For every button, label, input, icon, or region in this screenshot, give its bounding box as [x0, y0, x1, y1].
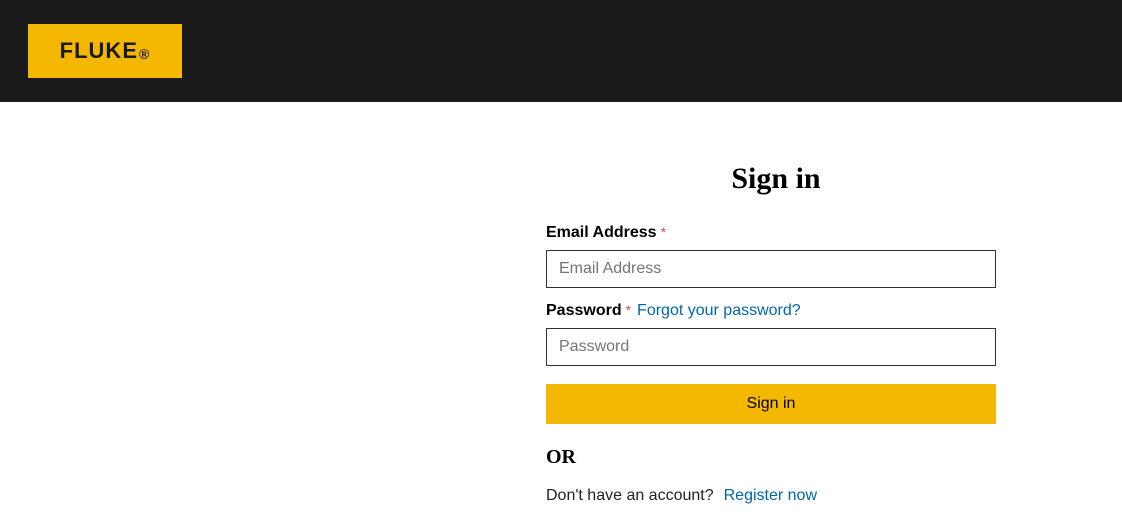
email-label-row: Email Address * — [546, 224, 1006, 242]
divider-or: OR — [546, 446, 1006, 469]
password-field[interactable] — [546, 328, 996, 366]
signin-form-container: Sign in Email Address * Password * Forgo… — [546, 162, 1006, 505]
password-label: Password — [546, 302, 622, 320]
brand-logo[interactable]: FLUKE® — [28, 24, 182, 78]
password-group: Password * Forgot your password? — [546, 302, 1006, 366]
email-label: Email Address — [546, 224, 657, 242]
page-title: Sign in — [546, 162, 1006, 196]
register-link[interactable]: Register now — [724, 487, 817, 505]
signin-button[interactable]: Sign in — [546, 384, 996, 424]
site-header: FLUKE® — [0, 0, 1122, 102]
required-marker: * — [661, 224, 666, 240]
main-content: Sign in Email Address * Password * Forgo… — [0, 102, 1122, 505]
brand-dot-icon: ® — [139, 46, 150, 62]
required-marker: * — [626, 302, 631, 318]
register-row: Don't have an account? Register now — [546, 487, 1006, 505]
email-group: Email Address * — [546, 224, 1006, 288]
email-field[interactable] — [546, 250, 996, 288]
brand-name: FLUKE — [60, 38, 138, 64]
register-prompt: Don't have an account? — [546, 487, 714, 505]
forgot-password-link[interactable]: Forgot your password? — [637, 302, 801, 320]
password-label-row: Password * Forgot your password? — [546, 302, 1006, 320]
